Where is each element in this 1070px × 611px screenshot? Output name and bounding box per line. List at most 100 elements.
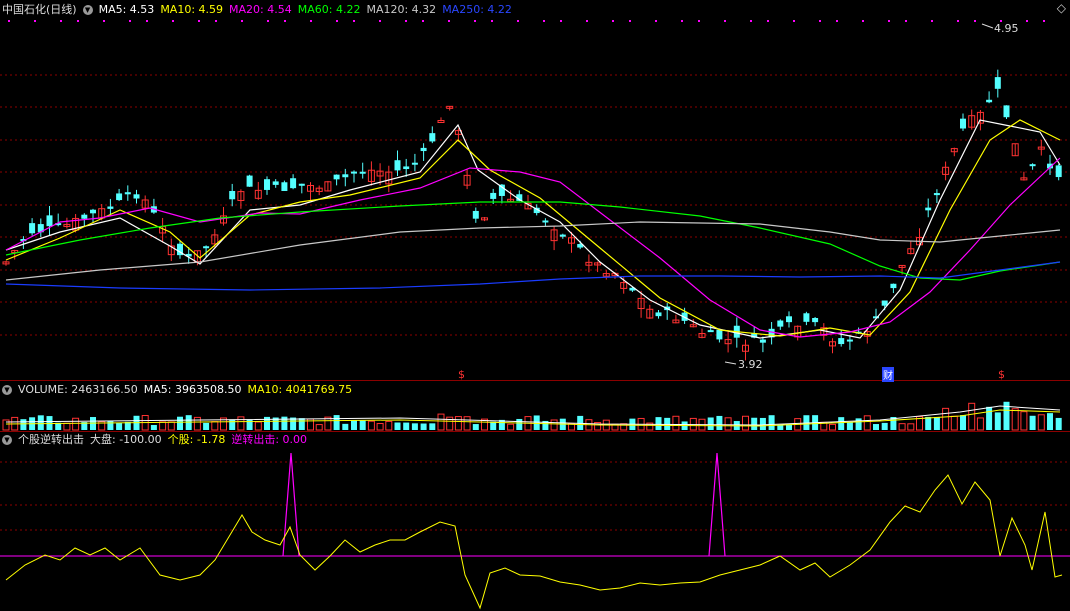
candle-body	[490, 192, 497, 199]
circle-icon[interactable]: ▼	[2, 435, 12, 445]
event-dot	[103, 20, 105, 22]
volume-ma5: MA5: 3963508.50	[143, 383, 242, 396]
candle-body	[986, 99, 993, 103]
volume-bar	[1055, 417, 1062, 430]
candle-body	[559, 234, 566, 237]
pane-divider	[0, 380, 1070, 381]
event-dot	[491, 20, 493, 22]
event-dot	[241, 20, 243, 22]
volume-bar	[376, 423, 384, 431]
event-dot	[172, 20, 174, 22]
volume-bar	[2, 419, 10, 431]
volume-bar	[950, 415, 958, 431]
ma250-label: MA250: 4.22	[442, 3, 512, 16]
candle-body	[759, 339, 766, 343]
pane-divider	[0, 431, 1070, 432]
volume-bar	[403, 422, 410, 430]
circle-icon[interactable]: ▼	[82, 5, 93, 15]
ma20-label: MA20: 4.54	[229, 3, 292, 16]
indicator-header: ▼ 个股逆转出击 大盘: -100.00 个股: -1.78 逆转出击: 0.0…	[2, 433, 307, 447]
candle-body	[107, 206, 114, 209]
event-dot	[793, 20, 795, 22]
event-dot	[957, 20, 959, 22]
candle-body	[333, 174, 340, 180]
moving-average-line	[5, 157, 1061, 338]
ma60-label: MA60: 4.22	[297, 3, 361, 16]
candle-body	[203, 246, 210, 249]
candle-body	[116, 193, 123, 201]
indicator-reversal: 逆转出击: 0.00	[231, 433, 308, 446]
volume-bar	[193, 416, 201, 431]
event-dot	[8, 20, 10, 22]
event-dot	[77, 20, 79, 22]
candle-body	[437, 120, 445, 124]
event-dot	[60, 20, 62, 22]
event-dot	[310, 20, 312, 22]
volume-bar	[211, 421, 219, 431]
volume-bar	[838, 417, 845, 430]
candle-body	[351, 171, 357, 174]
stock-chart-canvas[interactable]	[0, 0, 1070, 611]
circle-icon[interactable]: ▼	[2, 385, 12, 395]
candle-body	[960, 118, 966, 129]
indicator-line	[5, 474, 1063, 610]
volume-header: ▼ VOLUME: 2463166.50 MA5: 3963508.50 MA1…	[2, 383, 352, 397]
event-dot	[284, 20, 286, 22]
volume-bar	[63, 422, 71, 431]
volume-bar	[472, 424, 479, 430]
event-dot	[767, 20, 769, 22]
candle-body	[812, 318, 819, 323]
dollar-marker[interactable]: $	[998, 368, 1005, 381]
candle-body	[229, 190, 236, 200]
volume-bar	[1020, 411, 1028, 431]
price-chart-header: 中国石化(日线) ▼ MA5: 4.53 MA10: 4.59 MA20: 4.…	[2, 3, 512, 17]
event-dot	[724, 20, 726, 22]
volume-bar	[315, 424, 323, 431]
event-dot	[379, 20, 381, 22]
dollar-marker[interactable]: $	[458, 368, 465, 381]
event-dot	[974, 20, 976, 22]
event-dot	[353, 20, 355, 22]
candle-body	[542, 220, 549, 223]
volume-bar	[550, 419, 558, 431]
event-dot	[586, 20, 588, 22]
candle-body	[81, 214, 88, 219]
volume-bar	[751, 417, 758, 430]
volume-bar	[942, 407, 950, 431]
volume-bar	[116, 422, 123, 430]
event-dot	[905, 20, 907, 22]
candle-body	[472, 210, 479, 219]
candle-body	[890, 283, 897, 289]
volume-bar	[655, 417, 662, 430]
volume-bar	[976, 417, 984, 431]
volume-bar	[437, 413, 445, 431]
volume-bar	[707, 417, 714, 430]
candle-body	[655, 312, 662, 317]
indicator-stock: 个股: -1.78	[167, 433, 226, 446]
candle-body	[246, 175, 253, 187]
volume-bar	[933, 416, 940, 430]
volume-bar	[516, 418, 523, 430]
volume-bar	[533, 415, 540, 430]
volume-bar	[37, 415, 44, 430]
candle-body	[994, 77, 1001, 89]
indicator-name: 个股逆转出击	[18, 433, 84, 446]
volume-bar	[925, 416, 932, 430]
low-price-label: 3.92	[738, 358, 763, 371]
volume-bar	[454, 416, 462, 431]
event-dot	[655, 20, 657, 22]
high-pointer	[981, 23, 994, 29]
volume-bar	[829, 423, 836, 431]
finance-marker[interactable]: 财	[882, 367, 894, 382]
candle-body	[838, 338, 845, 345]
volume-bar	[237, 416, 245, 431]
candle-body	[298, 183, 305, 186]
event-dot	[681, 20, 683, 22]
volume-bar	[367, 420, 375, 431]
candle-body	[124, 192, 131, 195]
diamond-icon[interactable]: ◇	[1057, 1, 1066, 15]
volume-bar	[333, 415, 340, 430]
event-dot	[1043, 20, 1045, 22]
volume-bar	[246, 419, 253, 430]
candle-body	[925, 207, 932, 211]
